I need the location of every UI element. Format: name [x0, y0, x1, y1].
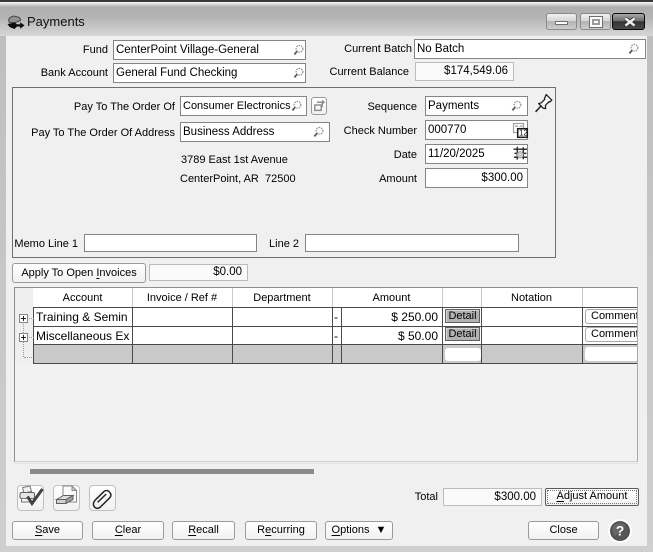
svg-text:12: 12: [519, 129, 528, 138]
svg-text:?: ?: [616, 523, 625, 539]
